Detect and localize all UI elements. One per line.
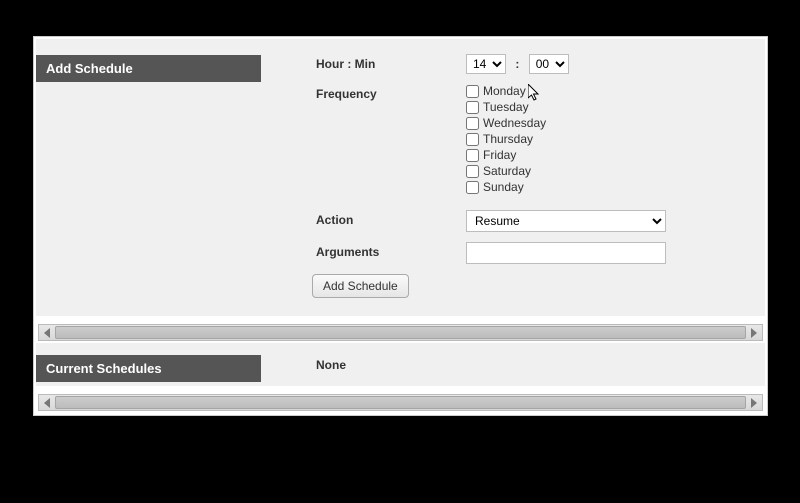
current-schedules-section: Current Schedules None [36, 343, 765, 386]
label-arguments: Arguments [316, 242, 466, 259]
add-schedule-form: Hour : Min 14 : 00 Frequency Monday Tuesd… [316, 54, 765, 298]
label-action: Action [316, 210, 466, 227]
arguments-input[interactable] [466, 242, 666, 264]
day-row-tuesday: Tuesday [466, 100, 765, 114]
day-label-friday: Friday [483, 148, 516, 162]
day-row-saturday: Saturday [466, 164, 765, 178]
add-schedule-header: Add Schedule [36, 55, 261, 82]
label-frequency: Frequency [316, 84, 466, 101]
day-row-monday: Monday [466, 84, 765, 98]
row-submit: Add Schedule [312, 274, 765, 298]
row-frequency: Frequency Monday Tuesday Wednesday Thursday… [316, 84, 765, 196]
row-arguments: Arguments [316, 242, 765, 264]
day-checkbox-thursday[interactable] [466, 133, 479, 146]
action-select[interactable]: Resume [466, 210, 666, 232]
day-checkbox-wednesday[interactable] [466, 117, 479, 130]
day-checkbox-monday[interactable] [466, 85, 479, 98]
field-hour-min: 14 : 00 [466, 54, 765, 74]
time-colon: : [515, 57, 519, 71]
day-checkbox-sunday[interactable] [466, 181, 479, 194]
day-label-monday: Monday [483, 84, 526, 98]
hour-select[interactable]: 14 [466, 54, 506, 74]
day-label-saturday: Saturday [483, 164, 531, 178]
day-row-sunday: Sunday [466, 180, 765, 194]
day-label-thursday: Thursday [483, 132, 533, 146]
page-container: Add Schedule Hour : Min 14 : 00 Frequenc… [33, 36, 768, 416]
day-checkbox-friday[interactable] [466, 149, 479, 162]
horizontal-scrollbar-2[interactable] [38, 394, 763, 411]
day-row-friday: Friday [466, 148, 765, 162]
day-row-thursday: Thursday [466, 132, 765, 146]
label-hour-min: Hour : Min [316, 54, 466, 71]
current-schedules-header: Current Schedules [36, 355, 261, 382]
day-row-wednesday: Wednesday [466, 116, 765, 130]
no-schedules-text: None [316, 358, 346, 372]
day-checkbox-tuesday[interactable] [466, 101, 479, 114]
field-action: Resume [466, 210, 765, 232]
day-label-wednesday: Wednesday [483, 116, 546, 130]
day-label-sunday: Sunday [483, 180, 524, 194]
day-checkbox-saturday[interactable] [466, 165, 479, 178]
field-arguments [466, 242, 765, 264]
add-schedule-button[interactable]: Add Schedule [312, 274, 409, 298]
day-label-tuesday: Tuesday [483, 100, 529, 114]
minute-select[interactable]: 00 [529, 54, 569, 74]
add-schedule-section: Add Schedule Hour : Min 14 : 00 Frequenc… [36, 39, 765, 316]
horizontal-scrollbar-1[interactable] [38, 324, 763, 341]
field-frequency: Monday Tuesday Wednesday Thursday Friday Satu… [466, 84, 765, 196]
row-hour-min: Hour : Min 14 : 00 [316, 54, 765, 74]
current-schedules-body: None [316, 358, 765, 372]
row-action: Action Resume [316, 210, 765, 232]
